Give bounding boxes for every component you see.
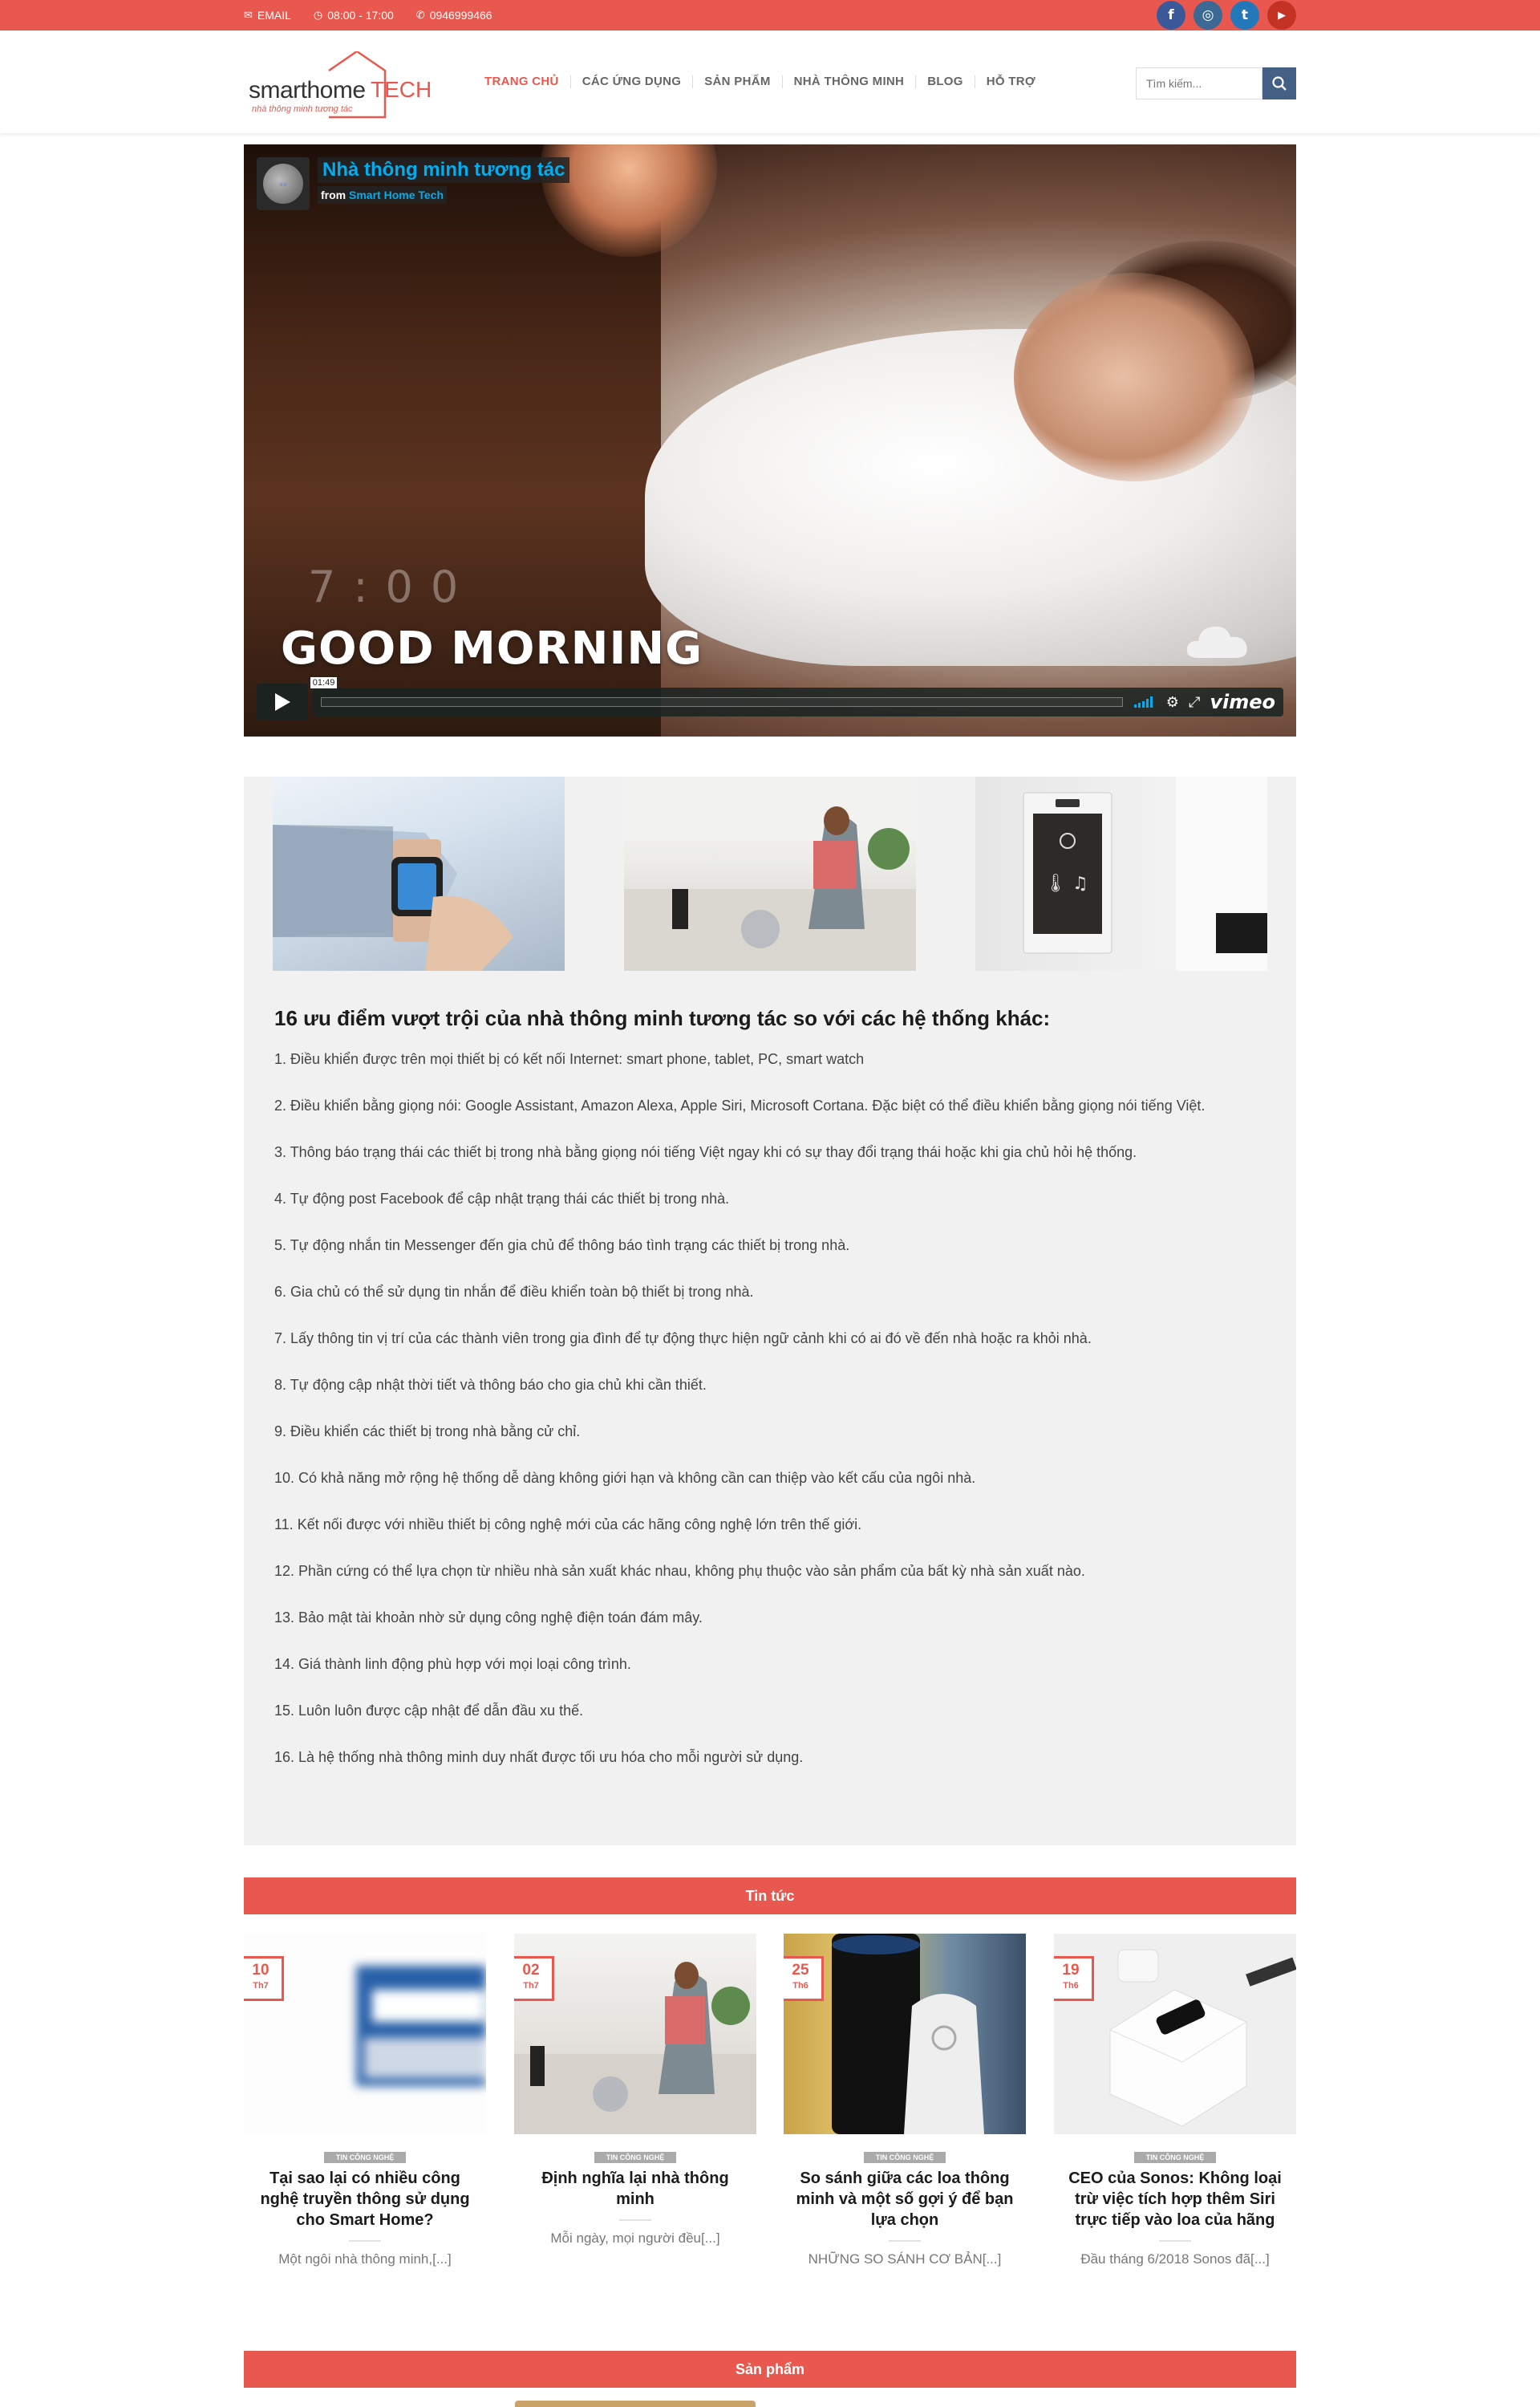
news-list: 10 Th7 TIN CÔNG NGHỆ Tại sao lại có nhiều…	[244, 1934, 1296, 2271]
list-item: 12. Phần cứng có thể lựa chọn từ nhiều n…	[274, 1563, 1085, 1579]
date-badge: 10 Th7	[244, 1956, 284, 2001]
date-badge: 02 Th7	[514, 1956, 554, 2001]
email-link[interactable]: ✉ EMAIL	[244, 9, 291, 22]
nav-item-home[interactable]: TRANG CHỦ	[473, 75, 570, 88]
list-item: 13. Bảo mật tài khoản nhờ sử dụng công n…	[274, 1609, 703, 1626]
list-item: 16. Là hệ thống nhà thông minh duy nhất …	[274, 1749, 804, 1765]
nav-item-smart-home[interactable]: NHÀ THÔNG MINH	[781, 75, 916, 88]
video-title[interactable]: Nhà thông minh tương tác	[318, 157, 570, 183]
category-badge[interactable]: TIN CÔNG NGHỆ	[324, 2152, 406, 2163]
category-badge[interactable]: TIN CÔNG NGHỆ	[1134, 2152, 1216, 2163]
phone-icon: ✆	[415, 9, 425, 21]
smartwatch-image	[273, 777, 565, 971]
news-title[interactable]: Định nghĩa lại nhà thông minh	[514, 2168, 756, 2210]
search-button[interactable]	[1262, 67, 1296, 99]
svg-text:🌡 ♫: 🌡 ♫	[1044, 874, 1088, 894]
news-excerpt: Một ngôi nhà thông minh,[...]	[278, 2251, 452, 2267]
play-button[interactable]	[257, 684, 308, 720]
date-badge: 19 Th6	[1054, 1956, 1094, 2001]
list-item: 15. Luôn luôn được cập nhật để dẫn đầu x…	[274, 1703, 584, 1719]
search-icon	[1272, 76, 1287, 91]
envelope-icon: ✉	[244, 9, 253, 21]
kitchen-image	[624, 777, 916, 971]
video-duration: 01:49	[309, 676, 338, 689]
date-badge: 25 Th6	[784, 1956, 824, 2001]
top-bar: ✉ EMAIL ◷ 08:00 - 17:00 ✆ 0946999466 f ◎ t …	[0, 0, 1540, 30]
twitter-icon[interactable]: t	[1230, 1, 1259, 30]
video-channel[interactable]: from Smart Home Tech	[318, 186, 448, 204]
volume-icon[interactable]	[1133, 696, 1157, 708]
products-heading: Sản phẩm	[244, 2351, 1296, 2388]
settings-icon[interactable]: ⚙	[1166, 694, 1179, 711]
list-item: 8. Tự động cập nhật thời tiết và thông b…	[274, 1377, 707, 1393]
facebook-icon[interactable]: f	[1157, 1, 1185, 30]
category-badge[interactable]: TIN CÔNG NGHỆ	[594, 2152, 676, 2163]
video-overlay-time: 7:00	[308, 562, 476, 612]
list-item: 1. Điều khiển được trên mọi thiết bị có …	[274, 1051, 865, 1067]
video-player[interactable]: 7:00 GOOD MORNING ◦◦ Nhà thông minh tươn…	[244, 144, 1296, 737]
site-logo[interactable]: smarthome TECH nhà thông minh tương tác	[249, 50, 433, 119]
list-item: 7. Lấy thông tin vị trí của các thành vi…	[274, 1330, 1092, 1346]
phone-link[interactable]: ✆ 0946999466	[416, 9, 492, 22]
list-item: 3. Thông báo trạng thái các thiết bị tro…	[274, 1144, 1137, 1160]
youtube-icon[interactable]: ▶	[1267, 1, 1296, 30]
news-image: 02 Th7	[514, 1934, 756, 2134]
news-title[interactable]: Tại sao lại có nhiều công nghệ truyền th…	[244, 2168, 486, 2230]
main-nav: TRANG CHỦ CÁC ỨNG DỤNG SẢN PHẨM NHÀ THÔN…	[473, 30, 1047, 133]
list-item: 9. Điều khiển các thiết bị trong nhà bằn…	[274, 1423, 581, 1439]
product-image-partial	[515, 2401, 756, 2407]
instagram-icon[interactable]: ◎	[1194, 1, 1222, 30]
search-input[interactable]	[1136, 67, 1262, 99]
features-title: 16 ưu điểm vượt trội của nhà thông minh …	[274, 1006, 1051, 1030]
list-item: 6. Gia chủ có thể sử dụng tin nhắn để đi…	[274, 1284, 754, 1300]
features-section: 🌡 ♫ 16 ưu điểm vượt trội của nhà thông m…	[244, 777, 1296, 1845]
news-card[interactable]: 25 Th6 TIN CÔNG NGHỆ So sánh giữa các loa…	[784, 1934, 1026, 2267]
news-card[interactable]: 10 Th7 TIN CÔNG NGHỆ Tại sao lại có nhiều…	[244, 1934, 486, 2267]
list-item: 10. Có khả năng mở rộng hệ thống dễ dàng…	[274, 1470, 976, 1486]
news-excerpt: Đầu tháng 6/2018 Sonos đã[...]	[1080, 2251, 1270, 2267]
news-excerpt: NHỮNG SO SÁNH CƠ BẢN[...]	[808, 2251, 1002, 2267]
news-image: 19 Th6	[1054, 1934, 1296, 2134]
nav-item-blog[interactable]: BLOG	[915, 75, 975, 88]
cloud-icon	[1186, 626, 1247, 658]
nav-item-applications[interactable]: CÁC ỨNG DỤNG	[569, 75, 693, 88]
video-controls: 01:49 ⚙ ⤢ vimeo	[257, 676, 1283, 720]
list-item: 4. Tự động post Facebook để cập nhật trạ…	[274, 1191, 730, 1207]
news-image: 10 Th7	[244, 1934, 486, 2134]
video-overlay-text: GOOD MORNING	[281, 623, 703, 675]
news-excerpt: Mỗi ngày, mọi người đều[...]	[550, 2230, 720, 2246]
list-item: 11. Kết nối được với nhiều thiết bị công…	[274, 1516, 862, 1532]
nav-item-support[interactable]: HỖ TRỢ	[974, 75, 1047, 88]
smart-panel-image: 🌡 ♫	[975, 777, 1267, 971]
news-title[interactable]: So sánh giữa các loa thông minh và một s…	[784, 2168, 1026, 2230]
channel-avatar[interactable]: ◦◦	[257, 157, 310, 210]
list-item: 14. Giá thành linh động phù hợp với mọi …	[274, 1656, 631, 1672]
news-image: 25 Th6	[784, 1934, 1026, 2134]
news-heading: Tin tức	[244, 1877, 1296, 1914]
features-list: 1. Điều khiển được trên mọi thiết bị có …	[274, 1046, 1269, 1791]
news-title[interactable]: CEO của Sonos: Không loại trừ việc tích …	[1054, 2168, 1296, 2230]
list-item: 5. Tự động nhắn tin Messenger đến gia ch…	[274, 1237, 850, 1253]
nav-item-products[interactable]: SẢN PHẨM	[692, 75, 781, 88]
progress-bar[interactable]	[320, 697, 1123, 707]
clock-icon: ◷	[313, 9, 323, 21]
social-links: f ◎ t ▶	[1157, 1, 1296, 30]
category-badge[interactable]: TIN CÔNG NGHỆ	[864, 2152, 946, 2163]
news-card[interactable]: 02 Th7 TIN CÔNG NGHỆ Định nghĩa lại nhà t…	[514, 1934, 756, 2247]
news-card[interactable]: 19 Th6 TIN CÔNG NGHỆ CEO của Sonos: Không…	[1054, 1934, 1296, 2267]
search-form	[1136, 67, 1296, 99]
play-icon	[274, 693, 290, 711]
vimeo-logo[interactable]: vimeo	[1210, 691, 1275, 713]
fullscreen-icon[interactable]: ⤢	[1189, 694, 1200, 711]
opening-hours: ◷ 08:00 - 17:00	[313, 9, 394, 22]
list-item: 2. Điều khiển bằng giọng nói: Google Ass…	[274, 1098, 1206, 1114]
site-header: smarthome TECH nhà thông minh tương tác …	[0, 30, 1540, 133]
video-header: ◦◦ Nhà thông minh tương tác from Smart H…	[257, 157, 570, 210]
